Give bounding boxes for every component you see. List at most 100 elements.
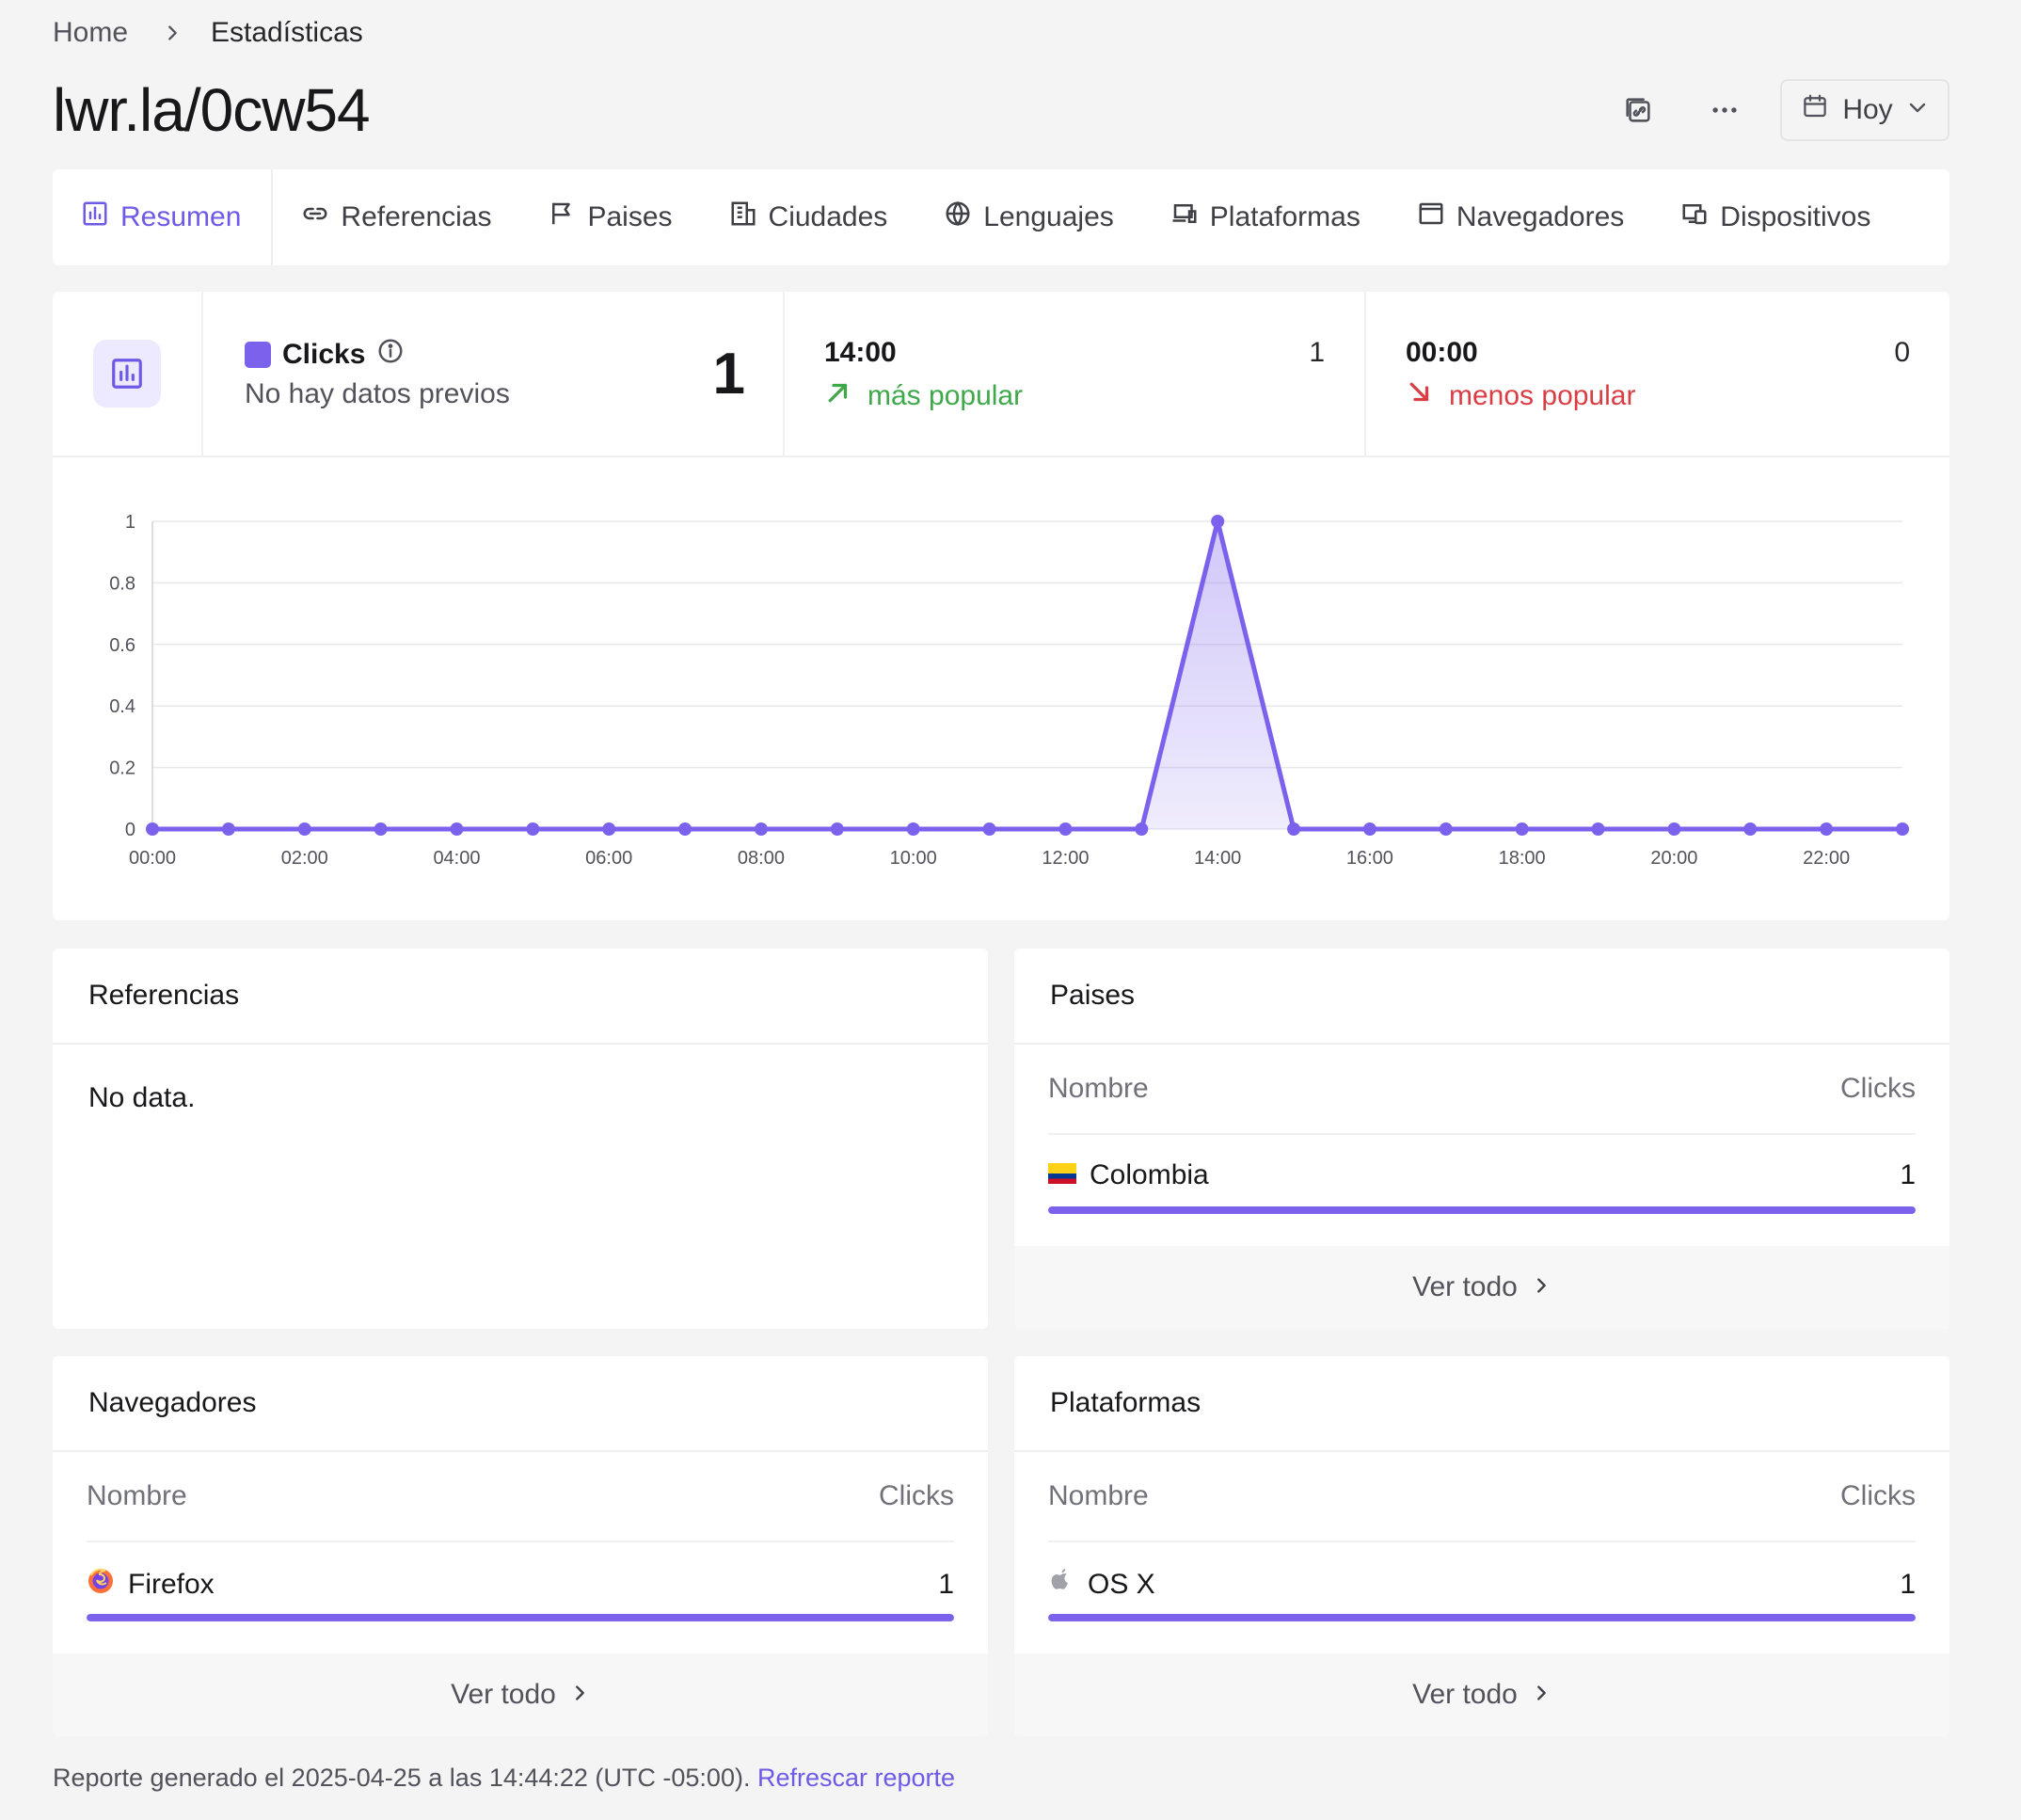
low-hour-stat: 00:00 0 menos popular	[1366, 292, 1949, 455]
chart-svg: 0 0.2 0.4 0.6 0.8 1 00:00 02:00 04:00 06:00 08:00 1…	[109, 512, 1909, 869]
info-icon[interactable]	[376, 337, 405, 373]
data-point	[602, 822, 616, 836]
col-clicks: Clicks	[879, 1480, 954, 1511]
row-clicks: 1	[1900, 1569, 1916, 1600]
chevron-right-icon	[569, 1679, 590, 1711]
clicks-subtext: No hay datos previos	[245, 378, 510, 409]
data-point	[1896, 822, 1909, 836]
panel-title: Plataformas	[1014, 1356, 1949, 1452]
paises-panel: Paises Nombre Clicks Colombia 1 Ver todo	[1014, 949, 1949, 1329]
row-name: OS X	[1088, 1569, 1155, 1600]
x-tick-label: 20:00	[1650, 848, 1697, 869]
device-icon	[1680, 200, 1709, 235]
browser-window-icon	[1417, 200, 1445, 235]
data-point	[982, 822, 996, 836]
tab-navegadores[interactable]: Navegadores	[1389, 169, 1652, 265]
top-actions: Hoy	[1607, 79, 1949, 141]
series-swatch	[245, 342, 271, 368]
x-tick-label: 12:00	[1042, 848, 1089, 869]
link-icon	[301, 200, 329, 235]
report-timestamp: Reporte generado el 2025-04-25 a las 14:…	[53, 1764, 751, 1792]
view-all-label: Ver todo	[451, 1679, 556, 1710]
building-icon	[729, 200, 757, 235]
data-point	[754, 822, 768, 836]
data-point	[1743, 822, 1758, 836]
data-point	[1211, 515, 1225, 528]
refresh-report-link[interactable]: Refrescar reporte	[757, 1764, 955, 1792]
share-bar	[1048, 1614, 1916, 1621]
y-tick-label: 0.4	[109, 696, 135, 717]
tab-label: Navegadores	[1456, 201, 1625, 232]
x-tick-label: 08:00	[738, 848, 785, 869]
tab-ciudades[interactable]: Ciudades	[701, 169, 916, 265]
low-hour: 00:00	[1406, 337, 1478, 368]
share-bar	[1048, 1206, 1916, 1214]
col-name: Nombre	[1048, 1073, 1149, 1104]
x-tick-label: 06:00	[585, 848, 632, 869]
tab-paises[interactable]: Paises	[519, 169, 700, 265]
share-bar	[87, 1614, 954, 1621]
table-row[interactable]: Colombia 1	[1048, 1135, 1916, 1220]
x-tick-label: 00:00	[129, 848, 176, 869]
x-tick-label: 04:00	[433, 848, 480, 869]
share-bar-fill	[1048, 1206, 1916, 1214]
report-footer: Reporte generado el 2025-04-25 a las 14:…	[53, 1764, 955, 1793]
share-bar-fill	[87, 1614, 954, 1621]
panel-title: Referencias	[53, 949, 988, 1045]
globe-icon	[944, 200, 972, 235]
x-tick-label: 14:00	[1194, 848, 1241, 869]
copy-link-icon[interactable]	[1607, 79, 1669, 141]
data-point	[526, 822, 540, 836]
apple-icon	[1048, 1567, 1074, 1603]
view-all-button[interactable]: Ver todo	[1014, 1653, 1949, 1736]
referencias-panel: Referencias No data.	[53, 949, 988, 1329]
more-icon[interactable]	[1694, 79, 1756, 141]
breadcrumb-home[interactable]: Home	[53, 17, 128, 49]
peak-hour: 14:00	[824, 337, 897, 368]
tab-resumen[interactable]: Resumen	[53, 169, 274, 265]
bar-chart-icon	[81, 200, 109, 235]
clicks-chart: 0 0.2 0.4 0.6 0.8 1 00:00 02:00 04:00 06:00 08:00 1…	[53, 471, 1949, 920]
date-range-label: Hoy	[1842, 94, 1893, 125]
arrow-down-right-icon	[1406, 378, 1434, 414]
clicks-label: Clicks	[282, 339, 366, 370]
data-point	[830, 822, 844, 836]
view-all-label: Ver todo	[1412, 1271, 1518, 1302]
data-point	[221, 822, 235, 836]
tab-label: Dispositivos	[1720, 201, 1871, 232]
data-point	[1667, 822, 1681, 836]
table-row[interactable]: Firefox 1	[87, 1542, 954, 1627]
tab-lenguajes[interactable]: Lenguajes	[915, 169, 1141, 265]
clicks-header: Clicks	[245, 337, 405, 373]
table-row[interactable]: OS X 1	[1048, 1542, 1916, 1627]
low-label: menos popular	[1449, 380, 1636, 411]
view-all-button[interactable]: Ver todo	[1014, 1246, 1949, 1329]
y-tick-label: 1	[125, 512, 135, 533]
col-clicks: Clicks	[1840, 1480, 1916, 1511]
data-point	[450, 822, 464, 836]
tab-plataformas[interactable]: Plataformas	[1142, 169, 1389, 265]
arrow-up-right-icon	[824, 378, 852, 414]
y-tick-label: 0.6	[109, 635, 135, 656]
series-line	[152, 519, 1902, 832]
stat-icon-cell	[53, 292, 203, 455]
col-name: Nombre	[1048, 1480, 1149, 1511]
devices-icon	[1170, 200, 1199, 235]
table-header: Nombre Clicks	[1048, 1452, 1916, 1542]
tab-dispositivos[interactable]: Dispositivos	[1652, 169, 1899, 265]
data-point	[1820, 822, 1834, 836]
plataformas-panel: Plataformas Nombre Clicks OS X 1 Ver tod…	[1014, 1356, 1949, 1736]
peak-label: más popular	[867, 380, 1024, 411]
flag-icon	[548, 200, 576, 235]
view-all-label: Ver todo	[1412, 1679, 1518, 1710]
clicks-total: 1	[712, 342, 745, 407]
data-point	[374, 822, 388, 836]
view-all-button[interactable]: Ver todo	[53, 1653, 988, 1736]
colombia-flag-icon	[1048, 1159, 1076, 1191]
tab-referencias[interactable]: Referencias	[273, 169, 519, 265]
date-range-select[interactable]: Hoy	[1780, 79, 1949, 141]
chevron-down-icon	[1906, 94, 1929, 126]
tab-label: Lenguajes	[983, 201, 1114, 232]
bar-chart-icon	[93, 340, 161, 407]
data-point	[1058, 822, 1073, 836]
